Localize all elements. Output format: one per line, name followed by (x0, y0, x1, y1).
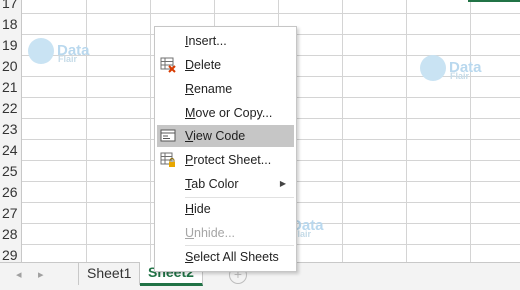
menu-item-delete[interactable]: Delete (157, 54, 294, 76)
submenu-arrow-icon: ▶ (279, 179, 286, 188)
menu-item-protect-sheet[interactable]: Protect Sheet... (157, 149, 294, 171)
row-number[interactable]: 26 (0, 182, 22, 203)
row-number[interactable]: 18 (0, 14, 22, 35)
menu-item-unhide: Unhide... (157, 222, 294, 244)
row-number[interactable]: 28 (0, 224, 22, 245)
watermark-logo: Data Flair (28, 38, 90, 64)
sheet-tab-sheet1[interactable]: Sheet1 (78, 263, 141, 285)
delete-sheet-icon (160, 57, 176, 73)
menu-item-label: Select All Sheets (185, 250, 279, 264)
row-number[interactable]: 24 (0, 140, 22, 161)
row-number[interactable]: 21 (0, 77, 22, 98)
protect-sheet-icon (160, 152, 176, 168)
watermark-circle-icon (420, 55, 446, 81)
row-number[interactable]: 23 (0, 119, 22, 140)
menu-item-label: Tab Color (185, 177, 239, 191)
menu-item-label: Unhide... (185, 226, 236, 240)
next-sheet-icon[interactable]: ▸ (38, 268, 44, 281)
row-number[interactable]: 17 (0, 0, 22, 14)
sheet-context-menu: Insert... Delete Rename Move or Copy... (154, 26, 297, 272)
prev-sheet-icon[interactable]: ◂ (16, 268, 22, 281)
row-number[interactable]: 22 (0, 98, 22, 119)
menu-item-label: Insert... (185, 34, 227, 48)
row-number[interactable]: 20 (0, 56, 22, 77)
menu-item-view-code[interactable]: View Code (157, 125, 294, 147)
grid-row: 17 (0, 0, 520, 14)
watermark-circle-icon (28, 38, 54, 64)
view-code-icon (160, 128, 176, 144)
row-number[interactable]: 29 (0, 245, 22, 262)
menu-item-move-or-copy[interactable]: Move or Copy... (157, 102, 294, 124)
menu-item-label: View Code (185, 129, 246, 143)
menu-item-label: Move or Copy... (185, 106, 273, 120)
menu-item-tab-color[interactable]: Tab Color ▶ (157, 173, 294, 195)
menu-item-label: Protect Sheet... (185, 153, 272, 167)
menu-item-rename[interactable]: Rename (157, 78, 294, 100)
menu-item-label: Hide (185, 202, 211, 216)
row-number[interactable]: 25 (0, 161, 22, 182)
menu-item-insert[interactable]: Insert... (157, 30, 294, 52)
row-number[interactable]: 19 (0, 35, 22, 56)
menu-item-hide[interactable]: Hide (157, 198, 294, 220)
menu-item-select-all-sheets[interactable]: Select All Sheets (157, 246, 294, 268)
row-number[interactable]: 27 (0, 203, 22, 224)
watermark-logo: Data Flair (420, 55, 482, 81)
menu-item-label: Rename (185, 82, 233, 96)
menu-item-label: Delete (185, 58, 222, 72)
